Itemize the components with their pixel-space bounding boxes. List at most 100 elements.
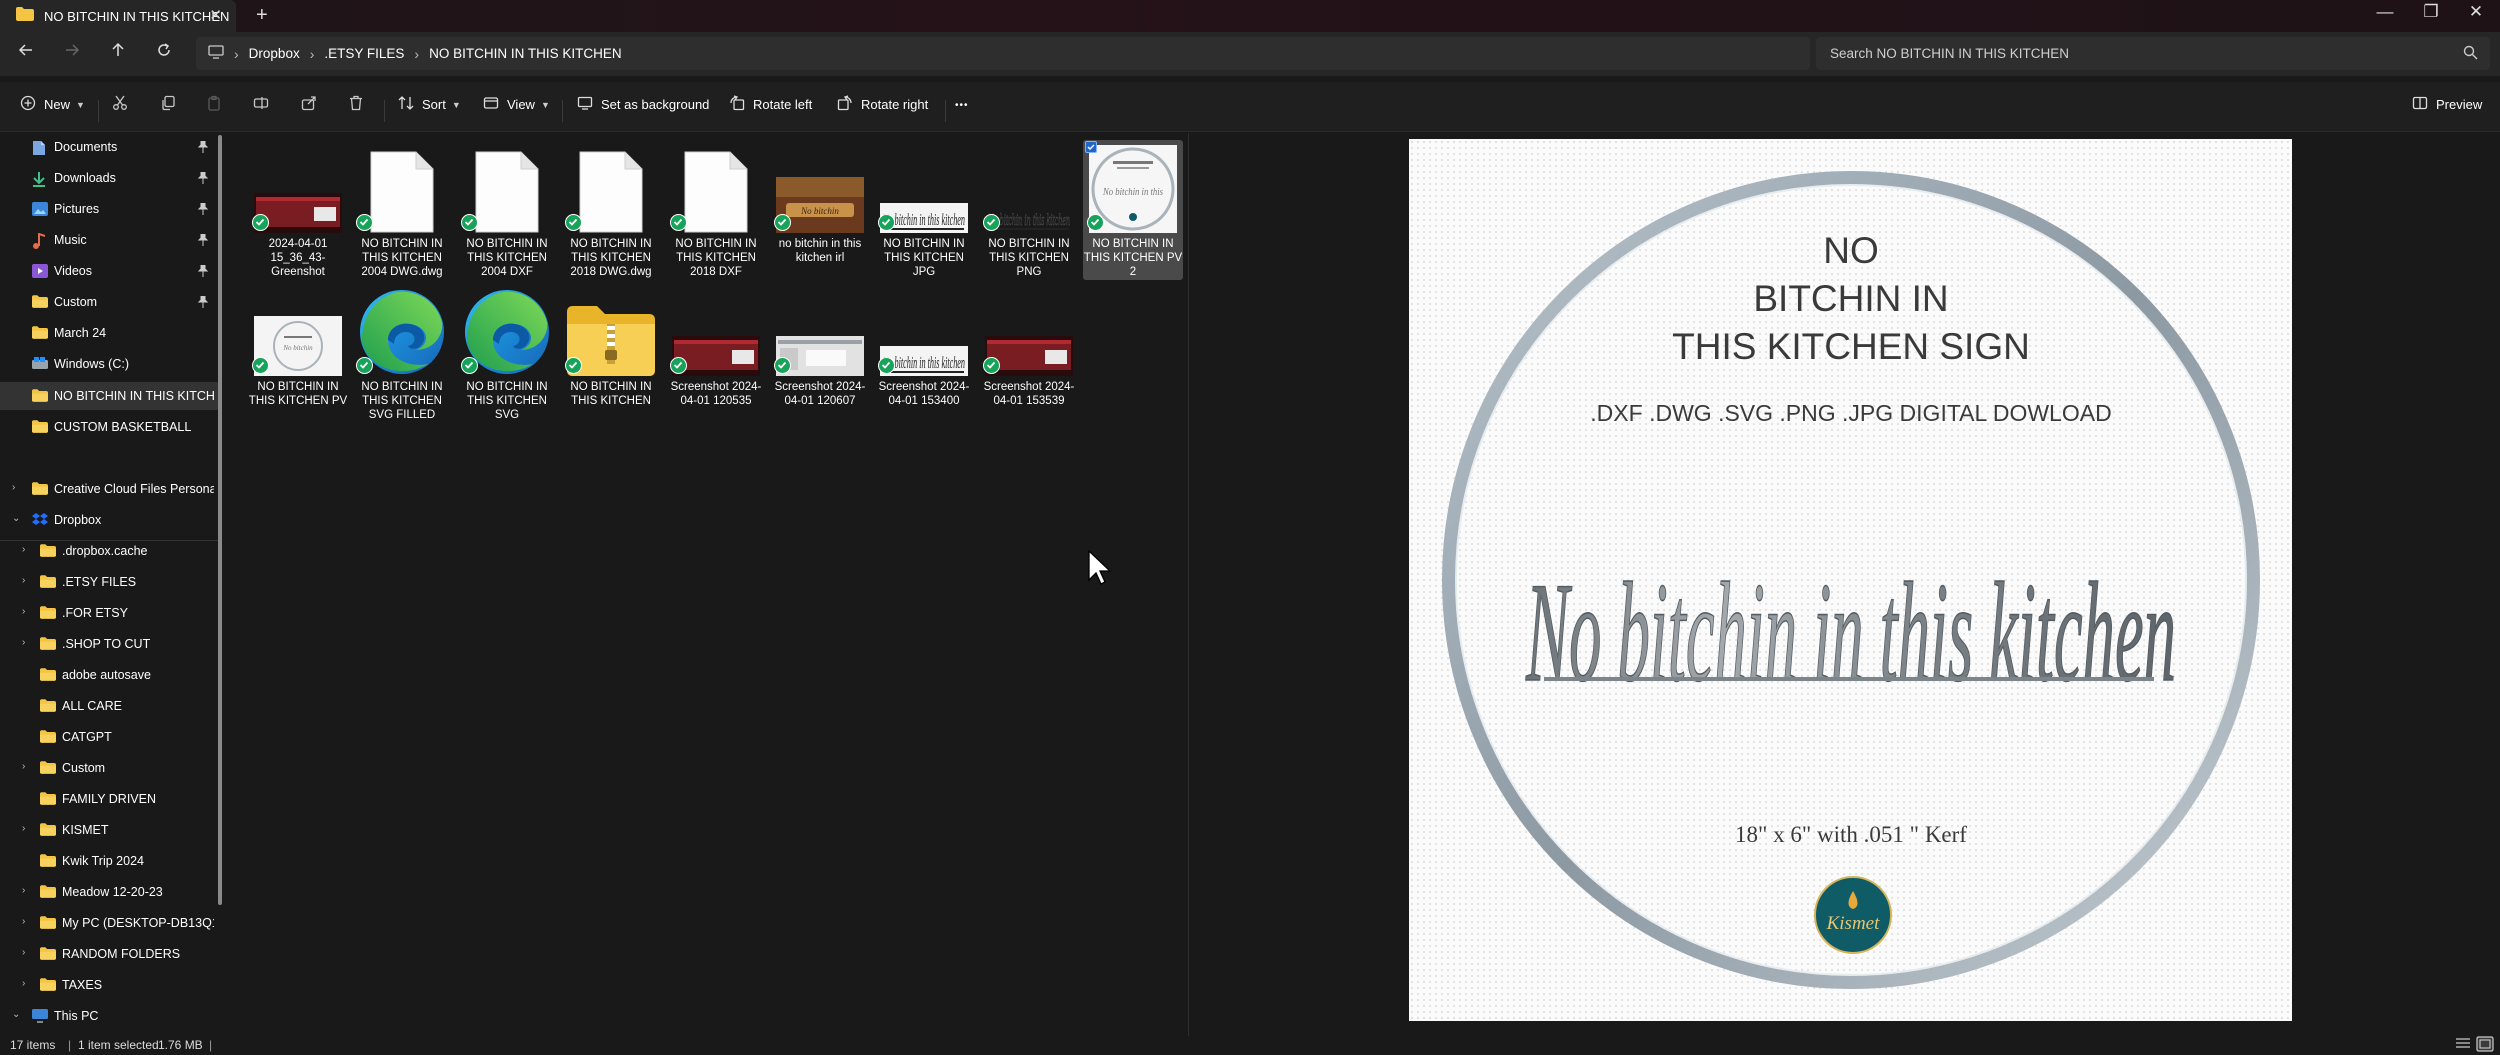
sidebar-item-no-bitchin-in-this-kitchen[interactable]: NO BITCHIN IN THIS KITCHEN <box>0 382 220 410</box>
sidebar-item-downloads[interactable]: Downloads <box>0 164 220 192</box>
file-item[interactable]: No bitchin in this NO BITCHIN IN THIS KIT… <box>1083 140 1183 280</box>
chevron-right-icon[interactable]: › <box>22 947 25 958</box>
sidebar-item-this-pc[interactable]: ⌄ This PC <box>0 1002 220 1030</box>
breadcrumb-etsy-files[interactable]: .ETSY FILES <box>324 46 404 61</box>
file-item[interactable]: No bitchin no bitchin in this kitchen irl <box>770 140 870 280</box>
paste-button[interactable] <box>206 95 222 116</box>
file-item[interactable]: NO BITCHIN IN THIS KITCHEN <box>561 283 661 423</box>
sidebar-item-dropbox-cache[interactable]: › .dropbox.cache <box>0 537 220 565</box>
restore-button[interactable]: ❐ <box>2411 2 2451 22</box>
file-item[interactable]: Screenshot 2024-04-01 120607 <box>770 283 870 423</box>
sidebar-item-for-etsy[interactable]: › .FOR ETSY <box>0 599 220 627</box>
file-item[interactable]: Screenshot 2024-04-01 120535 <box>666 283 766 423</box>
sidebar-item-my-pc-desktop-db13q1e[interactable]: › My PC (DESKTOP-DB13Q1E) <box>0 909 220 937</box>
file-item[interactable]: NO BITCHIN IN THIS KITCHEN SVG <box>457 283 557 423</box>
search-input[interactable]: Search NO BITCHIN IN THIS KITCHEN <box>1816 37 2490 70</box>
breadcrumb-dropbox[interactable]: Dropbox <box>249 46 300 61</box>
file-item[interactable]: NO BITCHIN IN THIS KITCHEN 2004 DWG.dwg <box>352 140 452 280</box>
drive-icon <box>32 357 48 373</box>
sidebar-item-catgpt[interactable]: CATGPT <box>0 723 220 751</box>
chevron-right-icon[interactable]: › <box>22 885 25 896</box>
new-button[interactable]: New ▼ <box>20 95 85 114</box>
rotate-right-button[interactable]: Rotate right <box>837 95 928 114</box>
sidebar-item-pictures[interactable]: Pictures <box>0 195 220 223</box>
tiles-view-icon[interactable] <box>2476 1036 2494 1055</box>
sidebar-item-videos[interactable]: Videos <box>0 257 220 285</box>
details-view-icon[interactable] <box>2455 1037 2471 1054</box>
sort-button[interactable]: Sort ▼ <box>398 95 461 114</box>
chevron-right-icon[interactable]: › <box>22 575 25 586</box>
file-item[interactable]: Screenshot 2024-04-01 153539 <box>979 283 1079 423</box>
preview-divider[interactable] <box>1188 133 1189 1036</box>
chevron-right-icon[interactable]: › <box>22 823 25 834</box>
sync-status-check-icon <box>670 357 687 374</box>
file-item[interactable]: No bitchin NO BITCHIN IN THIS KITCHEN PV <box>248 283 348 423</box>
chevron-right-icon[interactable]: › <box>22 606 25 617</box>
sign-dimensions-text: 18" x 6" with .051 " Kerf <box>1735 822 1967 847</box>
sidebar-item-all-care[interactable]: ALL CARE <box>0 692 220 720</box>
delete-button[interactable] <box>348 95 364 116</box>
chevron-right-icon[interactable]: › <box>12 482 15 493</box>
chevron-right-icon[interactable]: › <box>22 637 25 648</box>
file-item[interactable]: No bitchin in this kitchen NO BITCHIN IN … <box>979 140 1079 280</box>
file-item[interactable]: No bitchin in this kitchen NO BITCHIN IN … <box>874 140 974 280</box>
documents-icon <box>32 140 46 159</box>
sidebar-item-taxes[interactable]: › TAXES <box>0 971 220 999</box>
set-as-background-button[interactable]: Set as background <box>577 95 709 114</box>
tab-close-icon[interactable]: ✕ <box>209 6 222 24</box>
sidebar-item-adobe-autosave[interactable]: adobe autosave <box>0 661 220 689</box>
view-button[interactable]: View ▼ <box>483 95 550 114</box>
minimize-button[interactable]: — <box>2365 2 2405 22</box>
back-arrow-icon[interactable] <box>14 42 38 63</box>
cut-button[interactable] <box>112 95 128 116</box>
refresh-icon[interactable] <box>152 42 176 63</box>
rotate-left-button[interactable]: Rotate left <box>729 95 812 114</box>
preview-toggle-button[interactable]: Preview <box>2412 95 2482 114</box>
chevron-down-icon[interactable]: ⌄ <box>12 513 20 524</box>
search-icon[interactable] <box>2463 45 2478 63</box>
sidebar-item-etsy-files[interactable]: › .ETSY FILES <box>0 568 220 596</box>
sidebar-item-windows-c[interactable]: Windows (C:) <box>0 350 220 378</box>
rename-button[interactable] <box>253 95 269 116</box>
sidebar-item-random-folders[interactable]: › RANDOM FOLDERS <box>0 940 220 968</box>
sidebar-item-label: Pictures <box>54 202 100 216</box>
sidebar-item-march-24[interactable]: March 24 <box>0 319 220 347</box>
more-options-icon[interactable]: ••• <box>955 100 969 111</box>
chevron-down-icon[interactable]: ⌄ <box>12 1009 20 1020</box>
share-icon <box>301 95 317 116</box>
file-item[interactable]: NO BITCHIN IN THIS KITCHEN 2004 DXF <box>457 140 557 280</box>
share-button[interactable] <box>301 95 317 116</box>
chevron-right-icon[interactable]: › <box>22 761 25 772</box>
file-item[interactable]: NO BITCHIN IN THIS KITCHEN 2018 DWG.dwg <box>561 140 661 280</box>
chevron-right-icon[interactable]: › <box>22 978 25 989</box>
sidebar-item-music[interactable]: Music <box>0 226 220 254</box>
up-arrow-icon[interactable] <box>106 42 130 63</box>
address-bar[interactable]: › Dropbox › .ETSY FILES › NO BITCHIN IN … <box>196 37 1810 70</box>
sidebar-item-family-driven[interactable]: FAMILY DRIVEN <box>0 785 220 813</box>
file-item[interactable]: No bitchin in this kitchen Screenshot 202… <box>874 283 974 423</box>
sidebar-item-meadow-12-20-23[interactable]: › Meadow 12-20-23 <box>0 878 220 906</box>
file-item[interactable]: NO BITCHIN IN THIS KITCHEN SVG FILLED <box>352 283 452 423</box>
sidebar-item-dropbox[interactable]: ⌄ Dropbox <box>0 506 220 534</box>
chevron-right-icon[interactable]: › <box>22 916 25 927</box>
sidebar-item-shop-to-cut[interactable]: › .SHOP TO CUT <box>0 630 220 658</box>
forward-arrow-icon[interactable] <box>60 42 84 63</box>
sidebar-item-custom-basketball[interactable]: CUSTOM BASKETBALL <box>0 413 220 441</box>
sidebar-scrollbar[interactable] <box>218 135 222 905</box>
sidebar-item-custom[interactable]: › Custom <box>0 754 220 782</box>
tab-active[interactable]: NO BITCHIN IN THIS KITCHEN ✕ <box>0 0 236 32</box>
sidebar-item-creative-cloud-files-personal-a[interactable]: › Creative Cloud Files Personal A <box>0 475 220 503</box>
window-close-button[interactable]: ✕ <box>2456 2 2496 22</box>
new-tab-button[interactable]: + <box>256 4 268 27</box>
breadcrumb-current-folder[interactable]: NO BITCHIN IN THIS KITCHEN <box>429 46 622 61</box>
sidebar-item-documents[interactable]: Documents <box>0 133 220 161</box>
file-item[interactable]: 2024-04-01 15_36_43-Greenshot <box>248 140 348 280</box>
chevron-right-icon[interactable]: › <box>22 544 25 555</box>
selection-checkbox[interactable] <box>1085 141 1097 153</box>
sidebar-item-kismet[interactable]: › KISMET <box>0 816 220 844</box>
sidebar-item-custom[interactable]: Custom <box>0 288 220 316</box>
paste-icon <box>206 95 222 116</box>
copy-button[interactable] <box>160 95 176 116</box>
sidebar-item-kwik-trip-2024[interactable]: Kwik Trip 2024 <box>0 847 220 875</box>
file-item[interactable]: NO BITCHIN IN THIS KITCHEN 2018 DXF <box>666 140 766 280</box>
